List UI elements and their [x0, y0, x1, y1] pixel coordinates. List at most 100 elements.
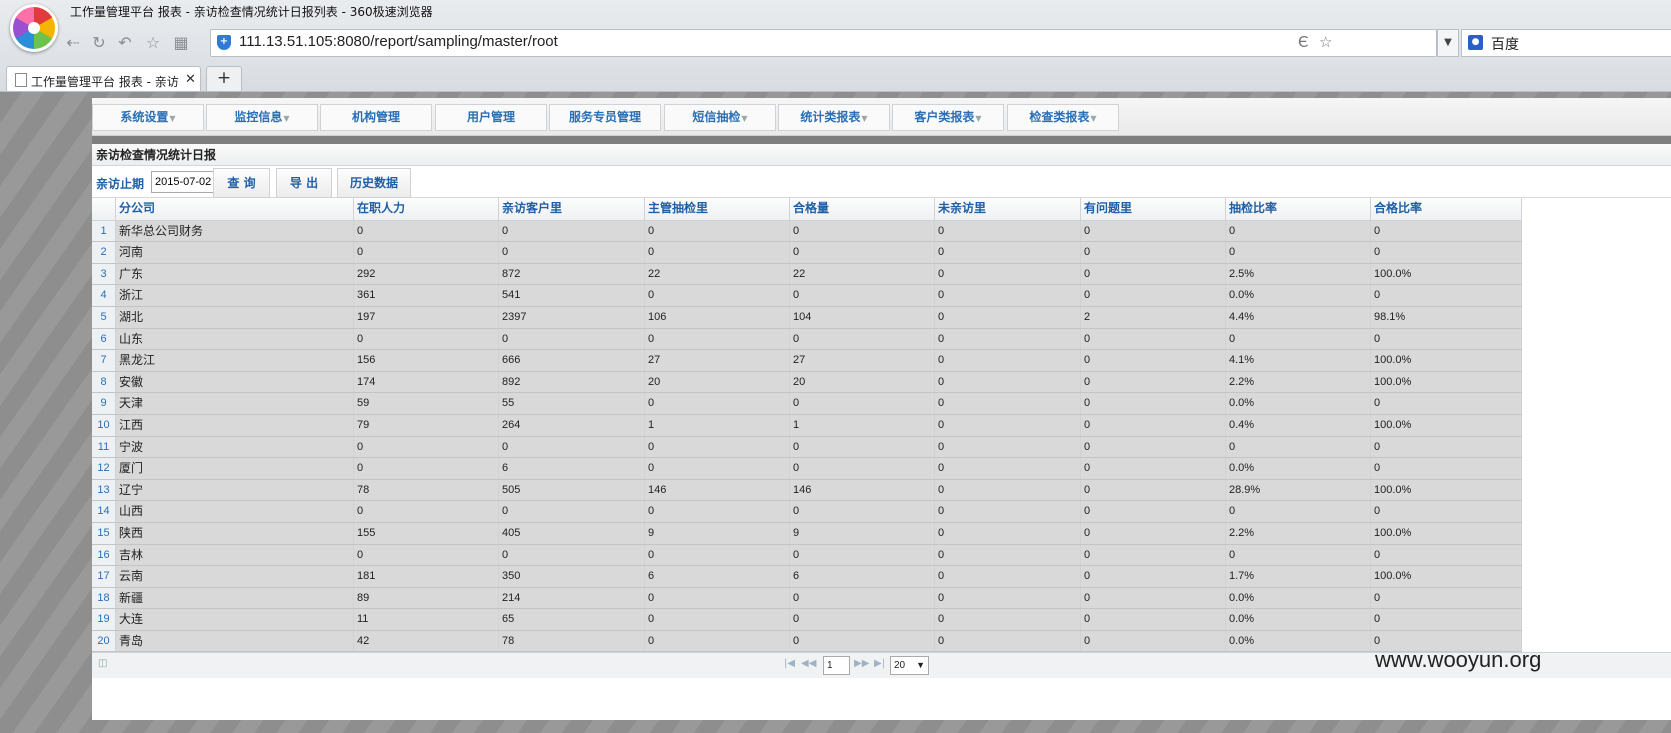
- date-input[interactable]: 2015-07-02: [151, 171, 216, 193]
- tab-close-icon[interactable]: ✕: [185, 72, 196, 87]
- export-button[interactable]: 导 出: [276, 168, 332, 198]
- table-row[interactable]: 12 厦门 0 6 0 0 0 0 0.0% 0: [92, 458, 1522, 480]
- menu-inspection-reports[interactable]: 检查类报表▼: [1007, 104, 1119, 131]
- menu-statistics-reports[interactable]: 统计类报表▼: [778, 104, 890, 131]
- menu-user-management[interactable]: 用户管理: [435, 104, 547, 131]
- cell-staff-count: 89: [354, 587, 499, 609]
- cell-branch-name: 天津: [116, 393, 354, 414]
- bookmark-star-icon[interactable]: ☆: [1319, 33, 1332, 51]
- cell-sampled-count: 0: [645, 458, 790, 479]
- history-button[interactable]: 历史数据: [337, 168, 411, 198]
- cell-staff-count: 361: [354, 285, 499, 306]
- cell-sampled-count: 0: [645, 501, 790, 522]
- menu-monitor-info[interactable]: 监控信息▼: [206, 104, 318, 131]
- cell-sampling-rate: 2.2%: [1226, 371, 1371, 393]
- column-header-qualified-rate[interactable]: 合格比率: [1371, 198, 1522, 220]
- address-url[interactable]: 111.13.51.105:8080/report/sampling/maste…: [239, 33, 558, 50]
- dropdown-caret-icon: ▼: [741, 114, 748, 123]
- table-row[interactable]: 9 天津 59 55 0 0 0 0 0.0% 0: [92, 393, 1522, 415]
- undo-icon[interactable]: ↶: [114, 32, 136, 54]
- table-row[interactable]: 10 江西 79 264 1 1 0 0 0.4% 100.0%: [92, 414, 1522, 437]
- address-dropdown-icon[interactable]: ▼: [1437, 29, 1459, 57]
- cell-row-number: 10: [92, 414, 116, 436]
- prev-page-icon[interactable]: ◀◀: [801, 658, 816, 669]
- table-row[interactable]: 20 青岛 42 78 0 0 0 0 0.0% 0: [92, 630, 1522, 653]
- table-header: 分公司 在职人力 亲访客户里 主管抽检里 合格量 未亲访里 有问题里 抽检比率 合格比率: [92, 198, 1522, 221]
- table-row[interactable]: 8 安徽 174 892 20 20 0 0 2.2% 100.0%: [92, 371, 1522, 394]
- security-shield-icon: +: [217, 35, 231, 50]
- cell-qualified-count: 0: [790, 458, 935, 479]
- table-row[interactable]: 7 黑龙江 156 666 27 27 0 0 4.1% 100.0%: [92, 350, 1522, 372]
- cell-sampling-rate: 0.0%: [1226, 587, 1371, 609]
- back-icon[interactable]: ⇠: [62, 32, 84, 54]
- last-page-icon[interactable]: ▶|: [874, 658, 885, 669]
- cell-staff-count: 0: [354, 501, 499, 522]
- table-row[interactable]: 18 新疆 89 214 0 0 0 0 0.0% 0: [92, 587, 1522, 610]
- page-number-input[interactable]: 1: [823, 656, 850, 675]
- table-row[interactable]: 5 湖北 197 2397 106 104 0 2 4.4% 98.1%: [92, 306, 1522, 329]
- favorite-star-icon[interactable]: ☆: [142, 32, 164, 54]
- menu-service-specialist[interactable]: 服务专员管理: [549, 104, 661, 131]
- cell-not-visited-count: 0: [935, 566, 1081, 587]
- table-row[interactable]: 11 宁波 0 0 0 0 0 0 0 0: [92, 436, 1522, 459]
- column-header-branch-name[interactable]: 分公司: [116, 198, 354, 220]
- column-header-sampled-count[interactable]: 主管抽检里: [645, 198, 790, 220]
- column-header-sampling-rate[interactable]: 抽检比率: [1226, 198, 1371, 220]
- cell-visited-customers: 666: [499, 350, 645, 371]
- table-row[interactable]: 1 新华总公司财务 0 0 0 0 0 0 0 0: [92, 220, 1522, 243]
- refresh-grid-icon[interactable]: ◫: [98, 658, 107, 669]
- menu-org-management[interactable]: 机构管理: [320, 104, 432, 131]
- table-row[interactable]: 4 浙江 361 541 0 0 0 0 0.0% 0: [92, 285, 1522, 307]
- cell-problem-count: 0: [1081, 566, 1226, 587]
- column-header-qualified-count[interactable]: 合格量: [790, 198, 935, 220]
- cell-sampled-count: 27: [645, 350, 790, 371]
- table-row[interactable]: 16 吉林 0 0 0 0 0 0 0 0: [92, 544, 1522, 567]
- table-row[interactable]: 2 河南 0 0 0 0 0 0 0 0: [92, 242, 1522, 264]
- cell-row-number: 2: [92, 242, 116, 263]
- ie-mode-icon[interactable]: Є: [1298, 33, 1308, 51]
- cell-problem-count: 0: [1081, 522, 1226, 544]
- cell-branch-name: 山西: [116, 501, 354, 522]
- column-header-problem-count[interactable]: 有问题里: [1081, 198, 1226, 220]
- cell-visited-customers: 78: [499, 630, 645, 652]
- table-row[interactable]: 14 山西 0 0 0 0 0 0 0 0: [92, 501, 1522, 523]
- browser-tab[interactable]: 工作量管理平台 报表 - 亲访 ✕: [6, 66, 201, 93]
- cell-sampling-rate: 0.0%: [1226, 630, 1371, 652]
- menu-system-settings[interactable]: 系统设置▼: [92, 104, 204, 131]
- query-button[interactable]: 查 询: [213, 168, 270, 198]
- table-row[interactable]: 15 陕西 155 405 9 9 0 0 2.2% 100.0%: [92, 522, 1522, 545]
- table-row[interactable]: 19 大连 11 65 0 0 0 0 0.0% 0: [92, 609, 1522, 631]
- cell-qualified-rate: 0: [1371, 220, 1522, 242]
- search-box[interactable]: ● 百度: [1461, 29, 1671, 57]
- table-row[interactable]: 17 云南 181 350 6 6 0 0 1.7% 100.0%: [92, 566, 1522, 588]
- table-row[interactable]: 6 山东 0 0 0 0 0 0 0 0: [92, 328, 1522, 351]
- cell-visited-customers: 0: [499, 501, 645, 522]
- cell-branch-name: 山东: [116, 328, 354, 350]
- first-page-icon[interactable]: |◀: [784, 658, 795, 669]
- cell-staff-count: 197: [354, 306, 499, 328]
- next-page-icon[interactable]: ▶▶: [854, 658, 869, 669]
- cell-sampling-rate: 0.4%: [1226, 414, 1371, 436]
- browser-logo-icon: [10, 4, 58, 52]
- menu-customer-reports[interactable]: 客户类报表▼: [892, 104, 1004, 131]
- column-header-staff-count[interactable]: 在职人力: [354, 198, 499, 220]
- cell-problem-count: 0: [1081, 630, 1226, 652]
- cell-problem-count: 2: [1081, 306, 1226, 328]
- cell-not-visited-count: 0: [935, 328, 1081, 350]
- cell-sampled-count: 20: [645, 371, 790, 393]
- column-header-visited-customers[interactable]: 亲访客户里: [499, 198, 645, 220]
- refresh-icon[interactable]: ↻: [88, 32, 110, 54]
- table-row[interactable]: 3 广东 292 872 22 22 0 0 2.5% 100.0%: [92, 263, 1522, 286]
- address-bar[interactable]: + 111.13.51.105:8080/report/sampling/mas…: [210, 29, 1437, 57]
- column-header-not-visited-count[interactable]: 未亲访里: [935, 198, 1081, 220]
- table-row[interactable]: 13 辽宁 78 505 146 146 0 0 28.9% 100.0%: [92, 479, 1522, 502]
- menu-sms-sampling[interactable]: 短信抽检▼: [664, 104, 776, 131]
- page-size-select[interactable]: 20 ▼: [890, 656, 929, 675]
- cell-sampled-count: 22: [645, 263, 790, 285]
- new-tab-button[interactable]: +: [206, 66, 242, 92]
- apps-grid-icon[interactable]: ▦: [170, 32, 192, 54]
- watermark-text: www.wooyun.org: [1375, 647, 1542, 672]
- cell-sampled-count: 0: [645, 436, 790, 458]
- cell-sampled-count: 0: [645, 328, 790, 350]
- cell-sampled-count: 0: [645, 630, 790, 652]
